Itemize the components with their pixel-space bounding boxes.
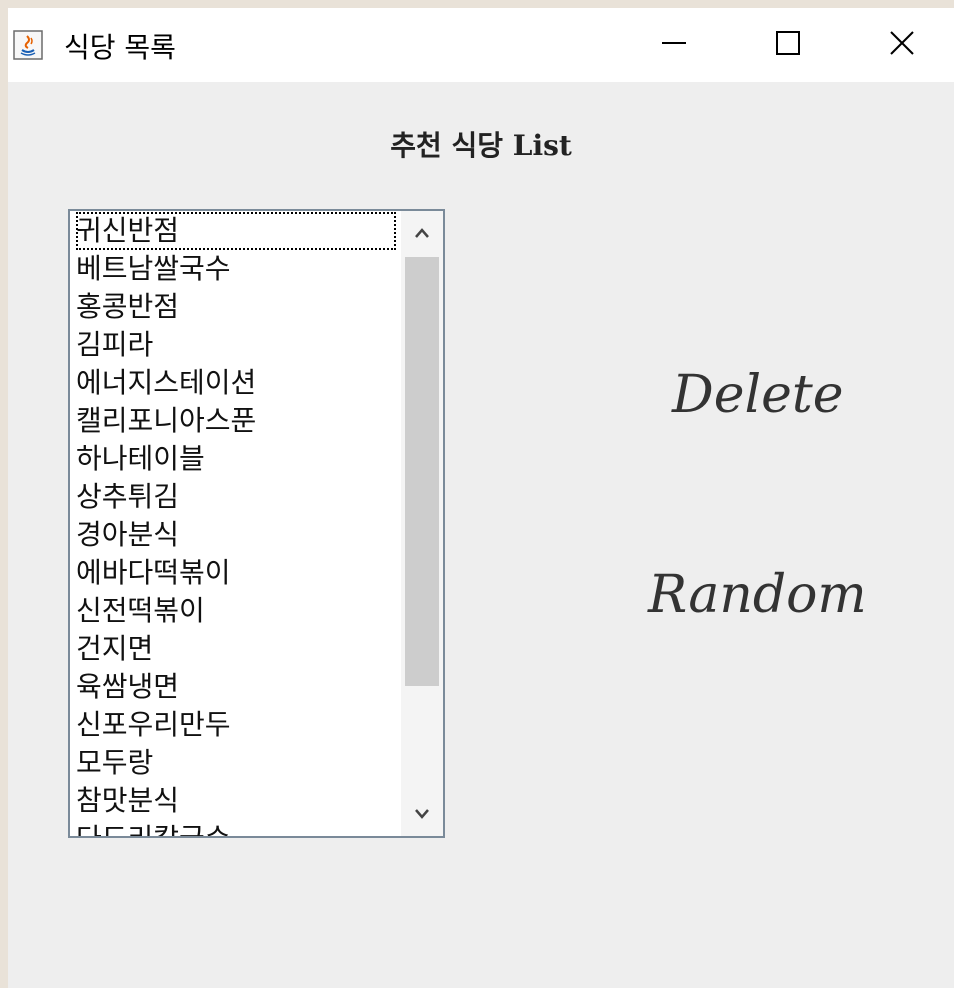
java-icon[interactable] [13, 30, 43, 60]
content-panel: 추천 식당 List 귀신반점 베트남쌀국수 홍콩반점 김피라 에너지스테이션 캘리포니아… [8, 82, 954, 988]
list-item[interactable]: 에바다떡볶이 [76, 554, 396, 592]
list-item[interactable]: 귀신반점 [76, 212, 396, 250]
list-item[interactable]: 홍콩반점 [76, 288, 396, 326]
list-item[interactable]: 모두랑 [76, 744, 396, 782]
list-item[interactable]: 육쌈냉면 [76, 668, 396, 706]
chevron-up-icon [414, 224, 430, 243]
list-item[interactable]: 신포우리만두 [76, 706, 396, 744]
window-title: 식당 목록 [64, 31, 176, 64]
list-item[interactable]: 경아분식 [76, 516, 396, 554]
list-item[interactable]: 김피라 [76, 326, 396, 364]
random-button[interactable]: Random [642, 564, 873, 626]
app-window: 식당 목록 추천 식당 List 귀신반점 베트남쌀국수 홍콩반점 김피라 에너지스테이… [0, 0, 954, 988]
list-item[interactable]: 다도리칼국수 [76, 820, 396, 836]
list-item[interactable]: 베트남쌀국수 [76, 250, 396, 288]
list-item[interactable]: 에너지스테이션 [76, 364, 396, 402]
list-item[interactable]: 캘리포니아스푼 [76, 402, 396, 440]
scroll-thumb[interactable] [405, 257, 439, 686]
minimize-button[interactable] [618, 8, 730, 82]
chevron-down-icon [414, 805, 430, 824]
maximize-button[interactable] [732, 8, 844, 82]
title-bar[interactable]: 식당 목록 [8, 8, 954, 82]
list-item[interactable]: 참맛분식 [76, 782, 396, 820]
list-item[interactable]: 상추튀김 [76, 478, 396, 516]
list-item[interactable]: 건지면 [76, 630, 396, 668]
vertical-scrollbar[interactable] [401, 211, 443, 836]
close-button[interactable] [846, 8, 954, 82]
restaurant-list[interactable]: 귀신반점 베트남쌀국수 홍콩반점 김피라 에너지스테이션 캘리포니아스푼 하나테이블 상추튀김… [68, 209, 445, 838]
scroll-up-button[interactable] [401, 211, 443, 255]
delete-button[interactable]: Delete [666, 364, 850, 426]
list-item[interactable]: 하나테이블 [76, 440, 396, 478]
page-title: 추천 식당 List [390, 129, 572, 162]
close-icon [888, 29, 916, 61]
minimize-icon [660, 29, 688, 61]
maximize-icon [774, 29, 802, 61]
scroll-down-button[interactable] [401, 792, 443, 836]
list-items: 귀신반점 베트남쌀국수 홍콩반점 김피라 에너지스테이션 캘리포니아스푼 하나테이블 상추튀김… [76, 212, 396, 836]
list-item[interactable]: 신전떡볶이 [76, 592, 396, 630]
